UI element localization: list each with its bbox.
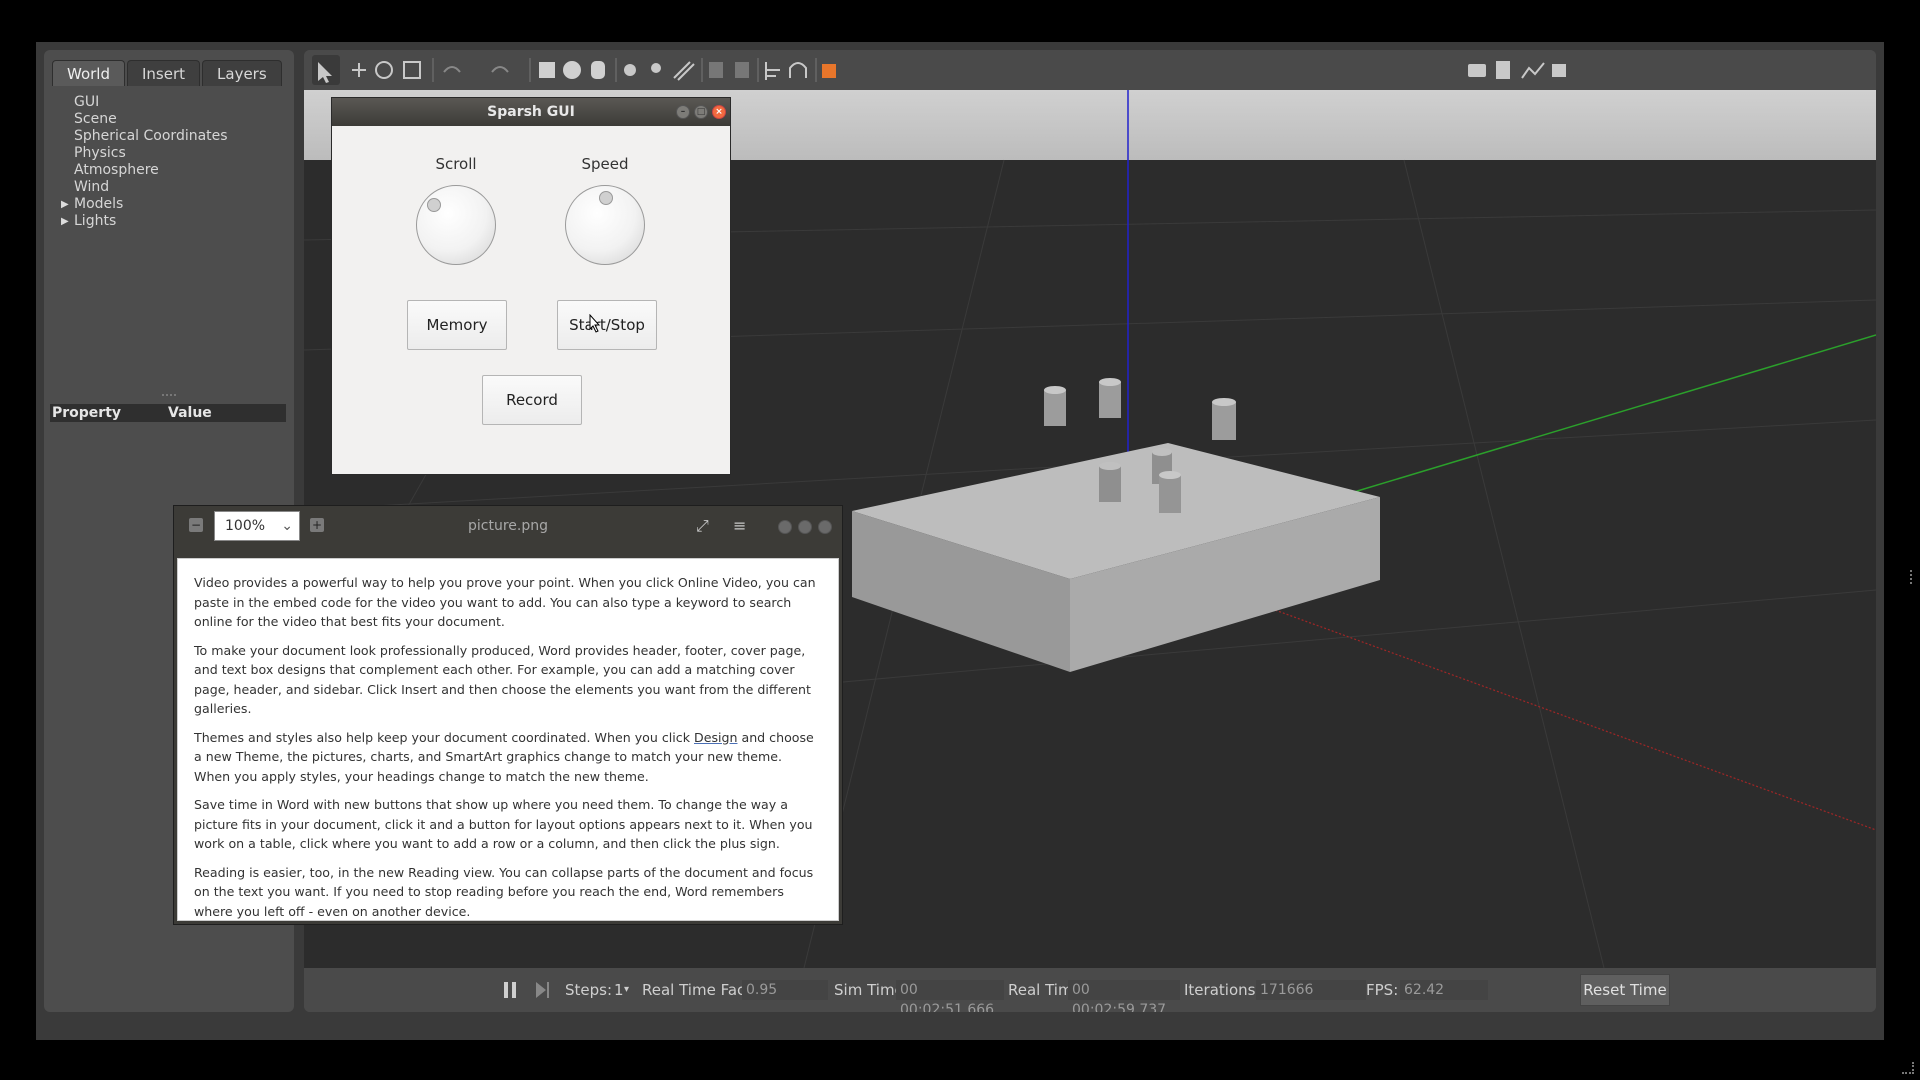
pause-icon-bar [512, 982, 516, 998]
picture-document: Video provides a powerful way to help yo… [177, 558, 839, 921]
property-table-header: Property Value [50, 404, 286, 422]
undo-icon[interactable] [443, 66, 461, 73]
steps-value[interactable]: 1 [614, 980, 624, 1000]
copy-icon[interactable] [709, 62, 723, 78]
sim-time-value: 00 00:02:51.666 [896, 980, 1004, 1012]
real-time-value: 00 00:02:59.737 [1068, 980, 1180, 1012]
right-panel-handle[interactable] [1910, 570, 1913, 584]
speed-label: Speed [581, 155, 629, 173]
fps-value: 62.42 [1400, 980, 1488, 1000]
expand-arrow-icon[interactable]: ▶ [61, 213, 69, 230]
tree-item-wind[interactable]: Wind [60, 179, 228, 196]
tree-item-scene[interactable]: Scene [60, 111, 228, 128]
align-icon[interactable] [765, 62, 780, 80]
menu-icon[interactable]: ≡ [733, 516, 746, 536]
start-stop-button[interactable]: Start/Stop [557, 300, 657, 350]
rotate-icon[interactable] [375, 61, 393, 79]
memory-button[interactable]: Memory [407, 300, 507, 350]
status-bar: Steps: 1 ▾ Real Time Factor: 0.95 Sim Ti… [304, 968, 1876, 1012]
box-icon[interactable] [539, 62, 555, 78]
pause-icon[interactable] [504, 982, 508, 998]
scroll-dial[interactable] [416, 185, 496, 265]
view-angle-icon[interactable] [822, 64, 836, 78]
toolbar-icons [312, 55, 1566, 85]
dial-indicator [427, 198, 441, 212]
maximize-icon[interactable] [798, 520, 812, 534]
spot-light-icon[interactable] [651, 63, 661, 73]
doc-paragraph: Themes and styles also help keep your do… [194, 728, 822, 787]
tree-item-label: Lights [74, 213, 117, 229]
minimize-icon[interactable] [778, 520, 792, 534]
point-light-icon[interactable] [624, 64, 636, 76]
rtf-value: 0.95 [742, 980, 828, 1000]
resize-grip[interactable] [1902, 1062, 1914, 1074]
translate-icon[interactable] [352, 63, 366, 77]
image-viewer-window: − 100% ⌄ + picture.png ⤢ ≡ Video provide… [173, 505, 843, 925]
world-tree: GUI Scene Spherical Coordinates Physics … [60, 94, 228, 230]
value-column-header: Value [168, 405, 212, 421]
viewer-header[interactable]: − 100% ⌄ + picture.png ⤢ ≡ [174, 506, 842, 546]
window-title: Sparsh GUI [487, 104, 575, 120]
design-link: Design [694, 729, 738, 745]
step-icon-bar [547, 982, 549, 998]
mouse-cursor-icon [589, 314, 601, 333]
left-tabs: World Insert Layers [52, 60, 284, 86]
record-button[interactable]: Record [482, 375, 582, 425]
scroll-label: Scroll [435, 155, 477, 173]
doc-paragraph: Video provides a powerful way to help yo… [194, 575, 816, 629]
log-icon[interactable] [1496, 61, 1510, 79]
property-column-header: Property [52, 405, 122, 421]
snap-icon[interactable] [789, 62, 807, 78]
expand-arrow-icon[interactable]: ▶ [61, 196, 69, 213]
tree-item-spherical-coordinates[interactable]: Spherical Coordinates [60, 128, 228, 145]
dial-indicator [599, 191, 613, 205]
screenshot-icon[interactable] [1468, 64, 1486, 77]
splitter-handle[interactable] [162, 394, 176, 398]
steps-dropdown-icon[interactable]: ▾ [624, 980, 629, 1000]
tree-item-atmosphere[interactable]: Atmosphere [60, 162, 228, 179]
fps-label: FPS: [1366, 981, 1399, 999]
toolbar [304, 50, 1876, 90]
tree-item-physics[interactable]: Physics [60, 145, 228, 162]
doc-paragraph: Save time in Word with new buttons that … [194, 797, 813, 851]
video-record-icon[interactable] [1552, 64, 1566, 77]
tab-insert[interactable]: Insert [127, 60, 201, 86]
playback-controls [504, 982, 549, 998]
iterations-value: 171666 [1256, 980, 1366, 1000]
sparsh-gui-window: Sparsh GUI – □ × Scroll Speed Memory Sta… [331, 97, 731, 475]
tab-layers[interactable]: Layers [202, 60, 282, 86]
sparsh-titlebar[interactable]: Sparsh GUI – □ × [332, 98, 730, 126]
doc-text: Themes and styles also help keep your do… [194, 729, 694, 745]
directional-light-icon[interactable] [673, 61, 695, 81]
maximize-icon[interactable]: □ [694, 105, 708, 119]
minimize-icon[interactable]: – [676, 105, 690, 119]
screen: World Insert Layers GUI Scene Spherical … [0, 0, 1920, 1080]
tree-item-models[interactable]: ▶ Models [60, 196, 228, 213]
sphere-icon[interactable] [563, 61, 581, 79]
iterations-label: Iterations: [1184, 981, 1261, 999]
cylinder-icon[interactable] [591, 61, 605, 79]
doc-paragraph: Reading is easier, too, in the new Readi… [194, 864, 814, 919]
fullscreen-icon[interactable]: ⤢ [696, 516, 709, 536]
doc-paragraph: To make your document look professionall… [194, 642, 811, 717]
steps-label: Steps: [565, 981, 613, 999]
tree-item-gui[interactable]: GUI [60, 94, 228, 111]
step-icon[interactable] [536, 982, 546, 998]
paste-icon[interactable] [735, 62, 749, 78]
close-icon[interactable]: × [712, 105, 726, 119]
tree-item-lights[interactable]: ▶ Lights [60, 213, 228, 230]
close-icon[interactable] [818, 520, 832, 534]
redo-icon[interactable] [491, 66, 509, 73]
reset-time-button[interactable]: Reset Time [1580, 974, 1670, 1006]
scale-icon[interactable] [403, 61, 421, 79]
plot-icon[interactable] [1521, 62, 1545, 79]
speed-dial[interactable] [565, 185, 645, 265]
tree-item-label: Models [74, 196, 124, 212]
tab-world[interactable]: World [52, 60, 125, 86]
